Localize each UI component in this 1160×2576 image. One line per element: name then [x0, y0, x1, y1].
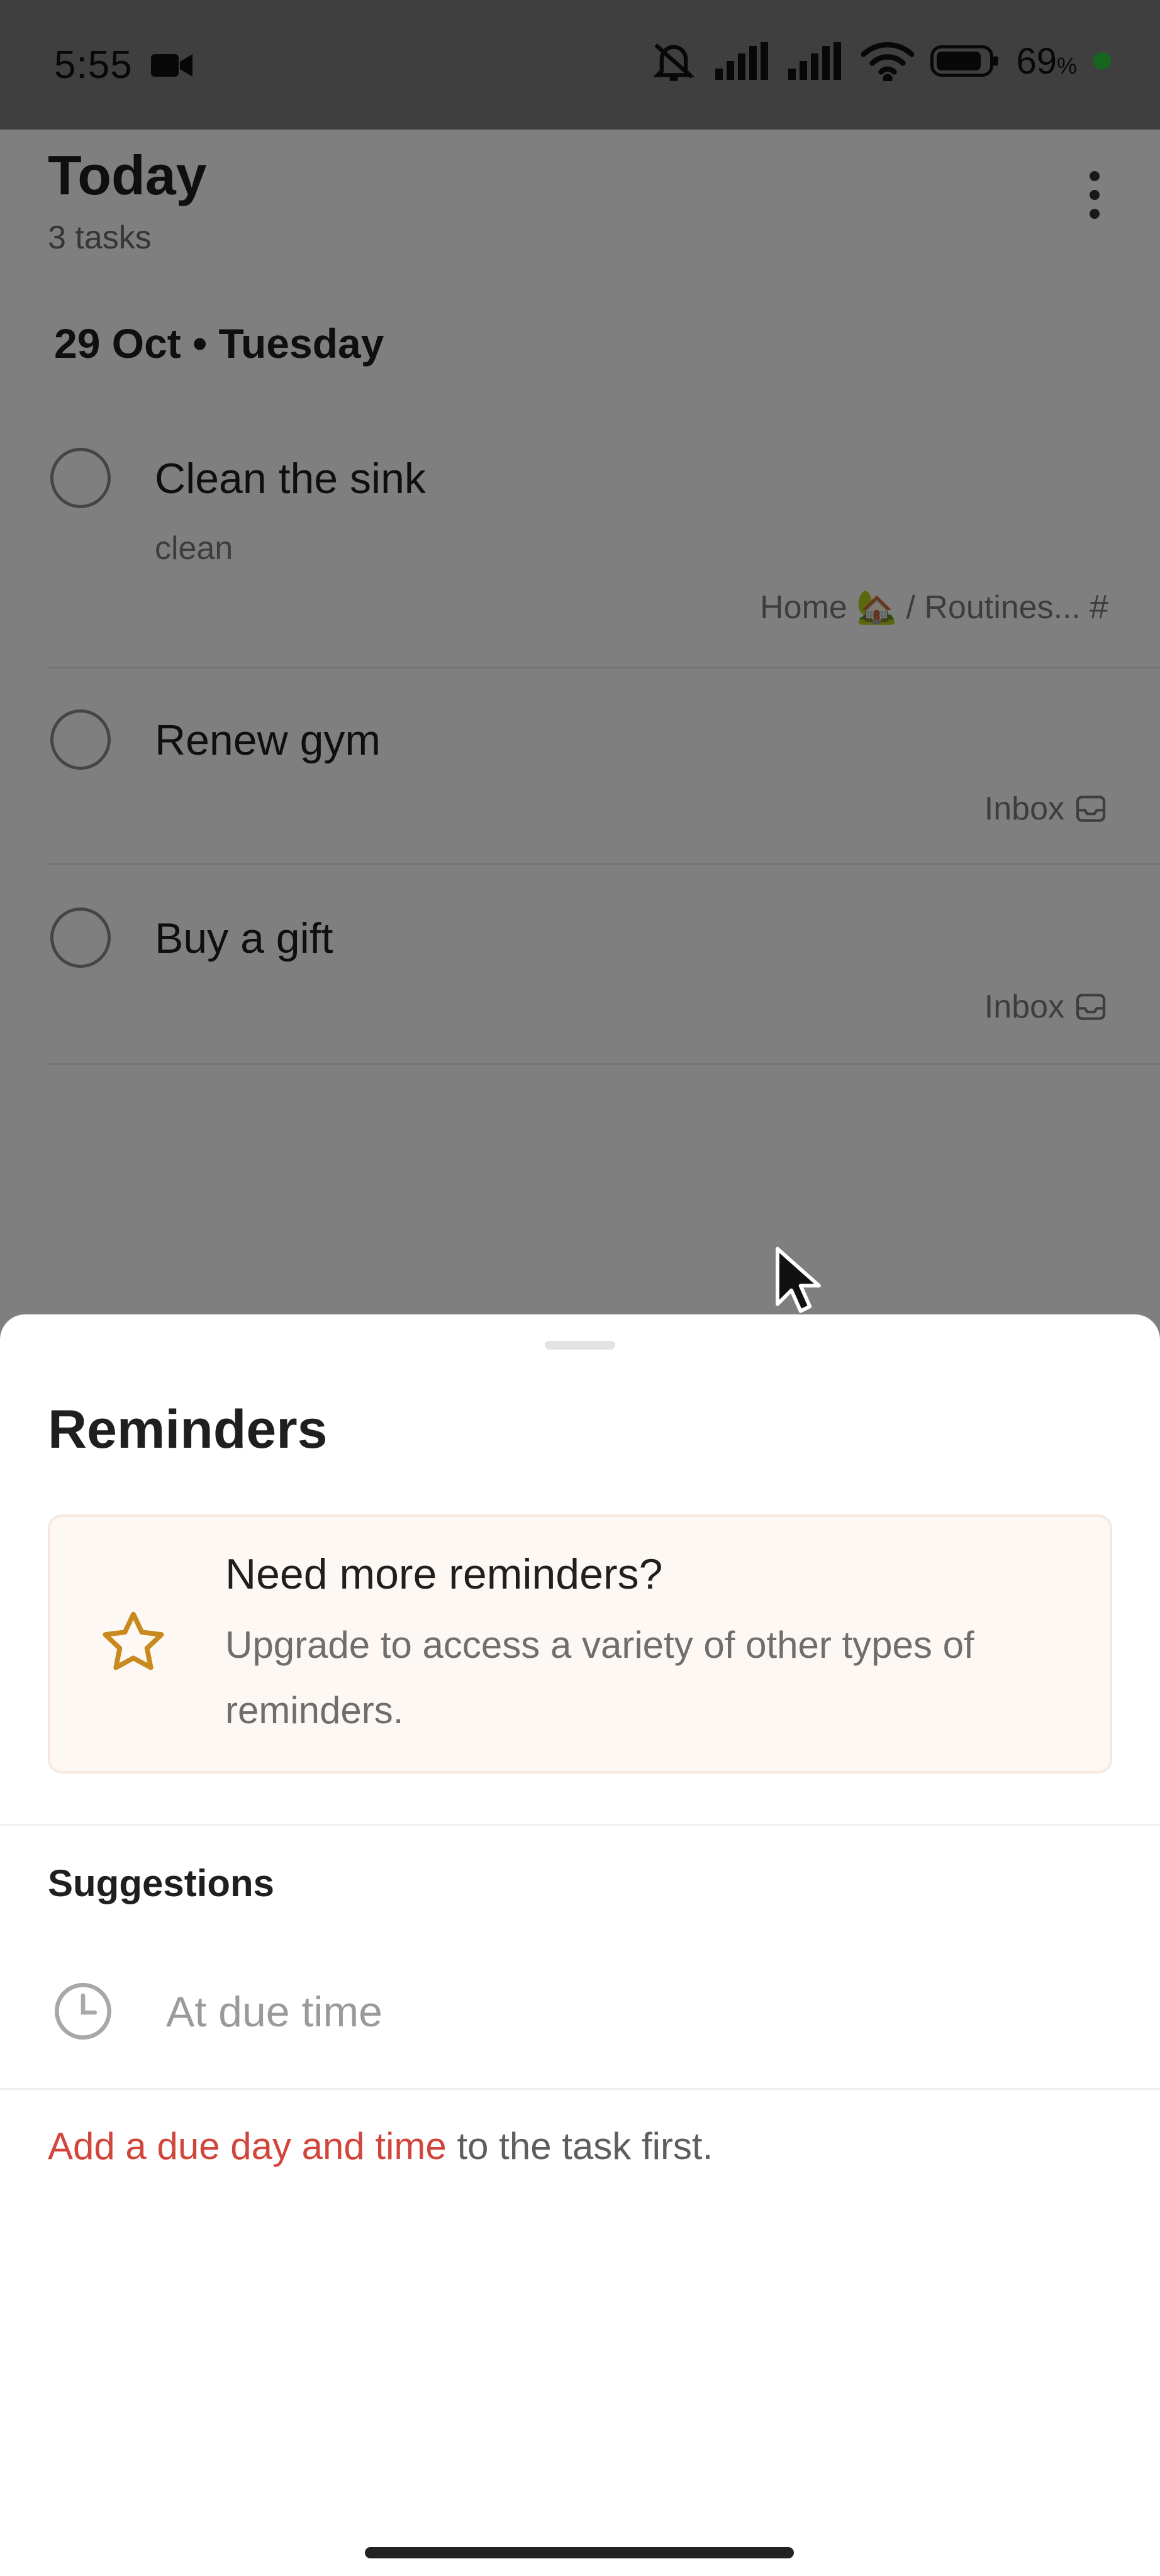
star-icon [103, 1611, 164, 1670]
add-due-date-link[interactable]: Add a due day and time [48, 2125, 447, 2167]
drag-handle[interactable] [545, 1341, 615, 1350]
upgrade-card[interactable]: Need more reminders? Upgrade to access a… [48, 1514, 1112, 1774]
suggestions-heading: Suggestions [48, 1862, 275, 1904]
hint-text: to the task first. [446, 2125, 713, 2167]
reminders-bottom-sheet: Reminders Need more reminders? Upgrade t… [0, 1314, 1160, 2576]
home-indicator[interactable] [365, 2547, 794, 2558]
clock-icon [55, 1983, 111, 2040]
section-divider [0, 2088, 1160, 2090]
upgrade-heading: Need more reminders? [225, 1550, 663, 1598]
suggestion-at-due-time[interactable]: At due time [0, 1956, 1160, 2063]
sheet-title: Reminders [48, 1399, 328, 1460]
due-date-hint: Add a due day and time to the task first… [48, 2124, 713, 2168]
upgrade-description: Upgrade to access a variety of other typ… [225, 1624, 974, 1731]
mouse-cursor-icon [776, 1246, 821, 1313]
section-divider [0, 1824, 1160, 1826]
suggestion-label: At due time [166, 1988, 382, 2036]
